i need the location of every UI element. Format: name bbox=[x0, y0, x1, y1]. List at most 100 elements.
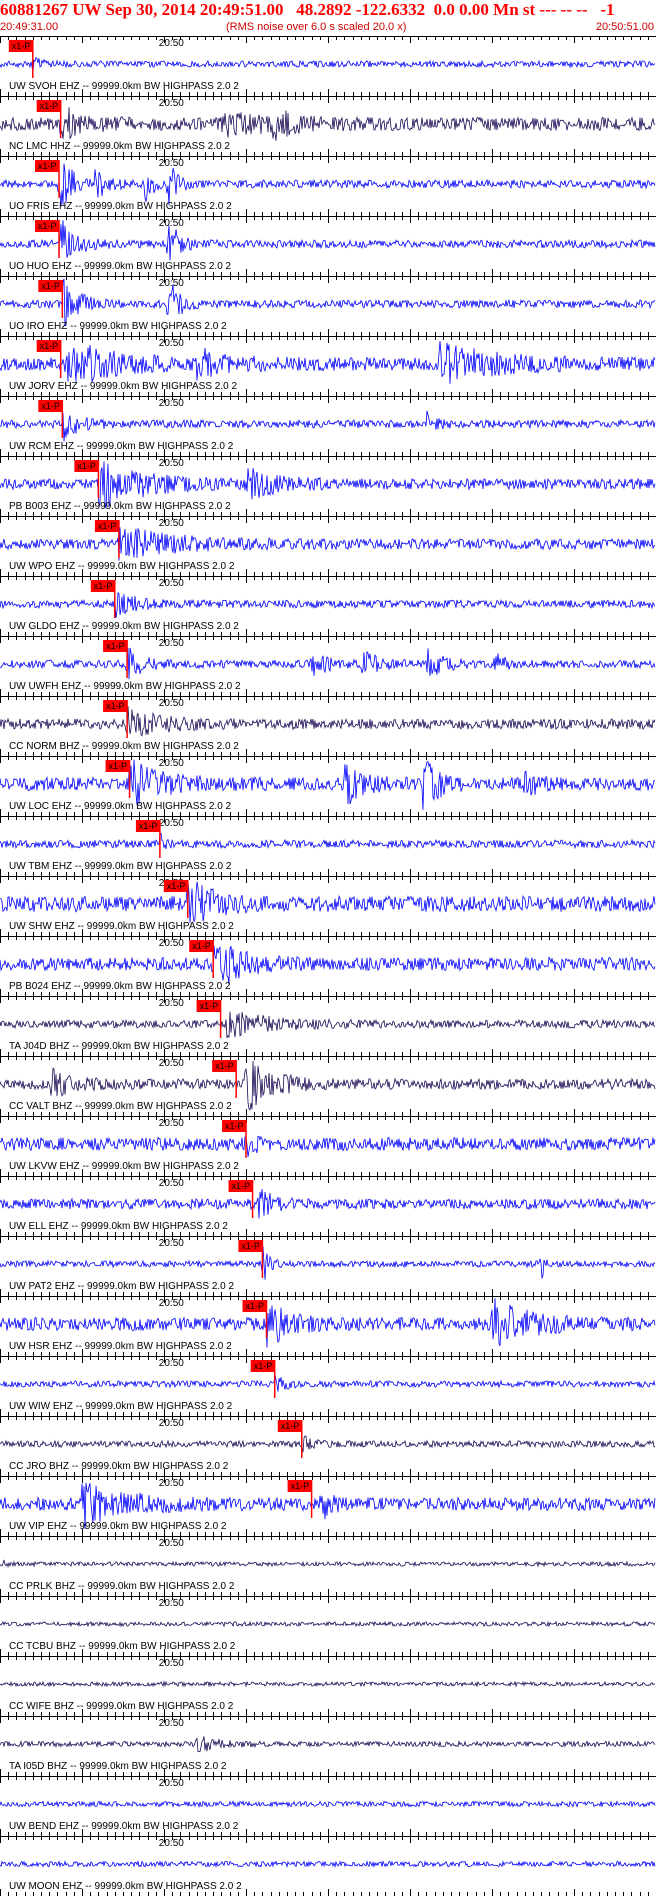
waveform bbox=[0, 945, 656, 985]
trace-panel: 20:50 x1-P CC VALT BHZ -- 99999.0km BW HIG… bbox=[0, 1056, 656, 1116]
waveform bbox=[0, 647, 656, 680]
pick-label: x1-P bbox=[192, 941, 211, 951]
waveform bbox=[0, 1374, 656, 1392]
trace-panel: 20:50 x1-P UW LKVW EHZ -- 99999.0km BW HIG… bbox=[0, 1116, 656, 1176]
station-label: UW VIP EHZ -- 99999.0km BW HIGHPASS 2.0 … bbox=[9, 1521, 227, 1532]
minute-tick-label: 20:50 bbox=[159, 218, 184, 229]
trace-panel: 20:50 CC PRLK BHZ -- 99999.0km BW HIGHPAS… bbox=[0, 1536, 656, 1596]
station-label: PB B024 EHZ -- 99999.0km BW HIGHPASS 2.0… bbox=[9, 981, 231, 992]
station-label: UW WIW EHZ -- 99999.0km BW HIGHPASS 2.0 … bbox=[9, 1401, 233, 1412]
pick-label: x1-P bbox=[94, 581, 113, 591]
minute-tick-label: 20:50 bbox=[159, 1298, 184, 1309]
seismogram-plot: 20:50 x1-P UW SVOH EHZ -- 99999.0km BW HIG… bbox=[0, 36, 656, 1896]
waveform bbox=[0, 163, 656, 207]
pick-label: x1-P bbox=[41, 281, 60, 291]
trace-panel: 20:50 x1-P UW WIW EHZ -- 99999.0km BW HIGH… bbox=[0, 1356, 656, 1416]
pick-label: x1-P bbox=[41, 401, 60, 411]
waveform bbox=[0, 1620, 656, 1628]
minute-tick-label: 20:50 bbox=[159, 1838, 184, 1849]
trace-panel: 20:50 x1-P CC NORM BHZ -- 99999.0km BW HIG… bbox=[0, 696, 656, 756]
minute-tick-label: 20:50 bbox=[159, 638, 184, 649]
station-label: UW LOC EHZ -- 99999.0km BW HIGHPASS 2.0 … bbox=[9, 801, 232, 812]
station-label: PB B003 EHZ -- 99999.0km BW HIGHPASS 2.0… bbox=[9, 501, 231, 512]
station-label: UW WPO EHZ -- 99999.0km BW HIGHPASS 2.0 … bbox=[9, 561, 235, 572]
waveform bbox=[0, 527, 656, 561]
pick-label: x1-P bbox=[40, 101, 59, 111]
trace-panel: 20:50x1-PUW SHW EHZ -- 99999.0km BW HIGH… bbox=[0, 876, 656, 936]
station-label: CC VALT BHZ -- 99999.0km BW HIGHPASS 2.0… bbox=[9, 1101, 232, 1112]
station-label: CC PRLK BHZ -- 99999.0km BW HIGHPASS 2.0… bbox=[9, 1581, 235, 1592]
station-label: UW RCM EHZ -- 99999.0km BW HIGHPASS 2.0 … bbox=[9, 441, 234, 452]
minute-tick-label: 20:50 bbox=[159, 818, 184, 829]
trace-panel: 20:50 x1-P UW LOC EHZ -- 99999.0km BW HIGH… bbox=[0, 756, 656, 816]
trace-panel: 20:50 x1-P PB B003 EHZ -- 99999.0km BW HIG… bbox=[0, 456, 656, 516]
pick-label: x1-P bbox=[232, 1181, 251, 1191]
minute-tick-label: 20:50 bbox=[159, 1718, 184, 1729]
minute-tick-label: 20:50 bbox=[159, 98, 184, 109]
station-label: UW MOON EHZ -- 99999.0km BW HIGHPASS 2.0… bbox=[9, 1881, 242, 1892]
waveform bbox=[0, 1011, 656, 1039]
trace-panel: 20:50 x1-P CC JRO BHZ -- 99999.0km BW HIGH… bbox=[0, 1416, 656, 1476]
trace-panel: 20:50 x1-P UW ELL EHZ -- 99999.0km BW HIGH… bbox=[0, 1176, 656, 1236]
trace-panel: 20:50 x1-P UW WPO EHZ -- 99999.0km BW HIGH… bbox=[0, 516, 656, 576]
station-label: UW UWFH EHZ -- 99999.0km BW HIGHPASS 2.0… bbox=[9, 681, 241, 692]
station-label: UW SHW EHZ -- 99999.0km BW HIGHPASS 2.0 … bbox=[9, 921, 234, 932]
waveform bbox=[0, 832, 656, 850]
pick-label: x1-P bbox=[225, 1121, 244, 1131]
pick-label: x1-P bbox=[167, 881, 186, 891]
station-label: UW TBM EHZ -- 99999.0km BW HIGHPASS 2.0 … bbox=[9, 861, 232, 872]
minute-tick-label: 20:50 bbox=[159, 1598, 184, 1609]
minute-tick-label: 20:50 bbox=[159, 1178, 184, 1189]
waveform bbox=[0, 220, 656, 261]
pick-label: x1-P bbox=[40, 341, 59, 351]
minute-tick-label: 20:50 bbox=[159, 518, 184, 529]
minute-tick-label: 20:50 bbox=[159, 158, 184, 169]
station-label: UW SVOH EHZ -- 99999.0km BW HIGHPASS 2.0… bbox=[9, 81, 239, 92]
pick-label: x1-P bbox=[139, 821, 158, 831]
minute-tick-label: 20:50 bbox=[159, 458, 184, 469]
pick-label: x1-P bbox=[109, 761, 128, 771]
waveform bbox=[0, 706, 656, 737]
station-label: UW JORV EHZ -- 99999.0km BW HIGHPASS 2.0… bbox=[9, 381, 237, 392]
trace-panel: 20:50 UW MOON EHZ -- 99999.0km BW HIGHPAS… bbox=[0, 1836, 656, 1896]
waveform bbox=[0, 57, 656, 73]
pick-label: x1-P bbox=[281, 1421, 300, 1431]
waveform bbox=[0, 1135, 656, 1157]
pick-label: x1-P bbox=[200, 1001, 219, 1011]
minute-tick-label: 20:50 bbox=[159, 1238, 184, 1249]
minute-tick-label: 20:50 bbox=[159, 38, 184, 49]
waveform bbox=[0, 410, 656, 442]
pick-label: x1-P bbox=[106, 701, 125, 711]
minute-tick-label: 20:50 bbox=[159, 938, 184, 949]
start-time-label: 20:49:31.00 bbox=[0, 21, 59, 33]
end-time-label: 20:50:51.00 bbox=[595, 21, 654, 33]
pick-label: x1-P bbox=[106, 641, 125, 651]
minute-tick-label: 20:50 bbox=[159, 1058, 184, 1069]
minute-tick-label: 20:50 bbox=[159, 1658, 184, 1669]
waveform bbox=[0, 881, 656, 924]
station-label: TA I05D BHZ -- 99999.0km BW HIGHPASS 2.0… bbox=[9, 1761, 227, 1772]
minute-tick-label: 20:50 bbox=[159, 758, 184, 769]
waveform bbox=[0, 1559, 656, 1568]
trace-panel: 20:50 x1-P TA J04D BHZ -- 99999.0km BW HIG… bbox=[0, 996, 656, 1056]
station-label: TA J04D BHZ -- 99999.0km BW HIGHPASS 2.0… bbox=[9, 1041, 229, 1052]
waveform bbox=[0, 278, 656, 327]
station-label: CC JRO BHZ -- 99999.0km BW HIGHPASS 2.0 … bbox=[9, 1461, 229, 1472]
minute-tick-label: 20:50 bbox=[159, 1418, 184, 1429]
rms-note: (RMS noise over 6.0 s scaled 20.0 x) bbox=[226, 21, 407, 33]
trace-panel: 20:50 x1-P UO HUO EHZ -- 99999.0km BW HIGH… bbox=[0, 216, 656, 276]
trace-panel: 20:50 x1-P UW PAT2 EHZ -- 99999.0km BW HIG… bbox=[0, 1236, 656, 1296]
minute-tick-label: 20:50 bbox=[159, 698, 184, 709]
trace-panel: 20:50 x1-P UW RCM EHZ -- 99999.0km BW HIGH… bbox=[0, 396, 656, 456]
station-label: UW BEND EHZ -- 99999.0km BW HIGHPASS 2.0… bbox=[9, 1821, 239, 1832]
waveform bbox=[0, 591, 656, 618]
pick-label: x1-P bbox=[215, 1061, 234, 1071]
station-label: UW GLDO EHZ -- 99999.0km BW HIGHPASS 2.0… bbox=[9, 621, 239, 632]
minute-tick-label: 20:50 bbox=[159, 1538, 184, 1549]
station-label: CC TCBU BHZ -- 99999.0km BW HIGHPASS 2.0… bbox=[9, 1641, 236, 1652]
station-label: CC NORM BHZ -- 99999.0km BW HIGHPASS 2.0… bbox=[9, 741, 239, 752]
minute-tick-label: 20:50 bbox=[159, 1478, 184, 1489]
minute-tick-label: 20:50 bbox=[159, 578, 184, 589]
trace-panel: 20:50 TA I05D BHZ -- 99999.0km BW HIGHPAS… bbox=[0, 1716, 656, 1776]
pick-label: x1-P bbox=[98, 521, 117, 531]
